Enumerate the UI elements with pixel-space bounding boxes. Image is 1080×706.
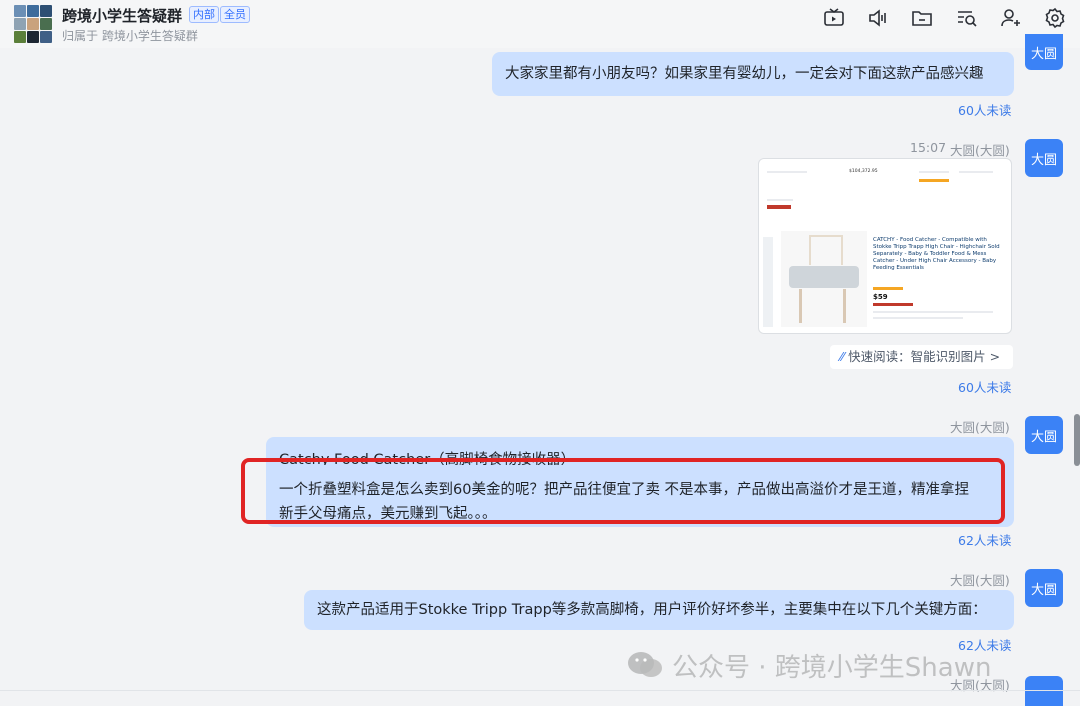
tag-all-members: 全员 <box>220 6 250 23</box>
message-time: 15:07 <box>910 140 947 155</box>
sender-avatar[interactable]: 大圆 <box>1025 569 1063 607</box>
product-photo <box>781 231 867 327</box>
watermark: 公众号 · 跨境小学生Shawn <box>626 647 991 687</box>
message-bubble[interactable]: 这款产品适用于Stokke Tripp Trapp等多款高脚椅，用户评价好坏参半… <box>304 590 1014 630</box>
folder-icon[interactable] <box>910 7 934 29</box>
sender-name: 大圆(大圆) <box>950 573 1010 588</box>
message-text: 大家家里都有小朋友吗？如果家里有婴幼儿，一定会对下面这款产品感兴趣 <box>505 66 984 82</box>
unread-count[interactable]: 60人未读 <box>958 100 1011 119</box>
stat-value: $104,372.95 <box>849 169 878 174</box>
add-member-icon[interactable] <box>999 7 1023 29</box>
chat-header: 跨境小学生答疑群 内部 全员 归属于 跨境小学生答疑群 <box>0 0 1080 48</box>
watermark-text: 公众号 · 跨境小学生Shawn <box>672 653 992 683</box>
message-bubble[interactable]: 大家家里都有小朋友吗？如果家里有婴幼儿，一定会对下面这款产品感兴趣 <box>492 52 1014 96</box>
product-price: $59 <box>873 293 888 301</box>
product-title: CATCHY - Food Catcher - Compatible with … <box>873 237 1000 271</box>
sender-name: 大圆(大圆) <box>950 420 1010 435</box>
tag-internal: 内部 <box>189 6 219 23</box>
tv-icon[interactable] <box>822 7 846 29</box>
divider <box>0 690 1080 691</box>
product-screenshot-image[interactable]: $104,372.95 CATCHY - Food Catcher - Comp… <box>758 158 1012 334</box>
sender-avatar[interactable] <box>1025 676 1063 706</box>
sender-avatar[interactable]: 大圆 <box>1025 139 1063 177</box>
scrollbar[interactable] <box>1074 414 1080 466</box>
chat-title: 跨境小学生答疑群 <box>62 7 183 25</box>
group-avatar[interactable] <box>14 5 52 43</box>
sender-avatar[interactable]: 大圆 <box>1025 34 1063 70</box>
quick-read-link[interactable]: ⁄⁄ 快速阅读：智能识别图片 > <box>830 345 1013 369</box>
sender-avatar[interactable]: 大圆 <box>1025 416 1063 454</box>
quick-read-label: 快速阅读：智能识别图片 > <box>848 349 1001 364</box>
unread-count[interactable]: 62人未读 <box>958 530 1011 549</box>
chat-subtitle: 归属于 跨境小学生答疑群 <box>62 29 198 43</box>
sender-name: 大圆(大圆) <box>950 143 1010 158</box>
speaker-icon[interactable] <box>866 7 890 29</box>
highlight-box <box>241 458 1005 524</box>
message-text: 这款产品适用于Stokke Tripp Trapp等多款高脚椅，用户评价好坏参半… <box>317 602 987 618</box>
search-list-icon[interactable] <box>955 7 979 29</box>
settings-icon[interactable] <box>1043 7 1067 29</box>
wechat-icon <box>626 650 664 687</box>
unread-count[interactable]: 60人未读 <box>958 377 1011 396</box>
